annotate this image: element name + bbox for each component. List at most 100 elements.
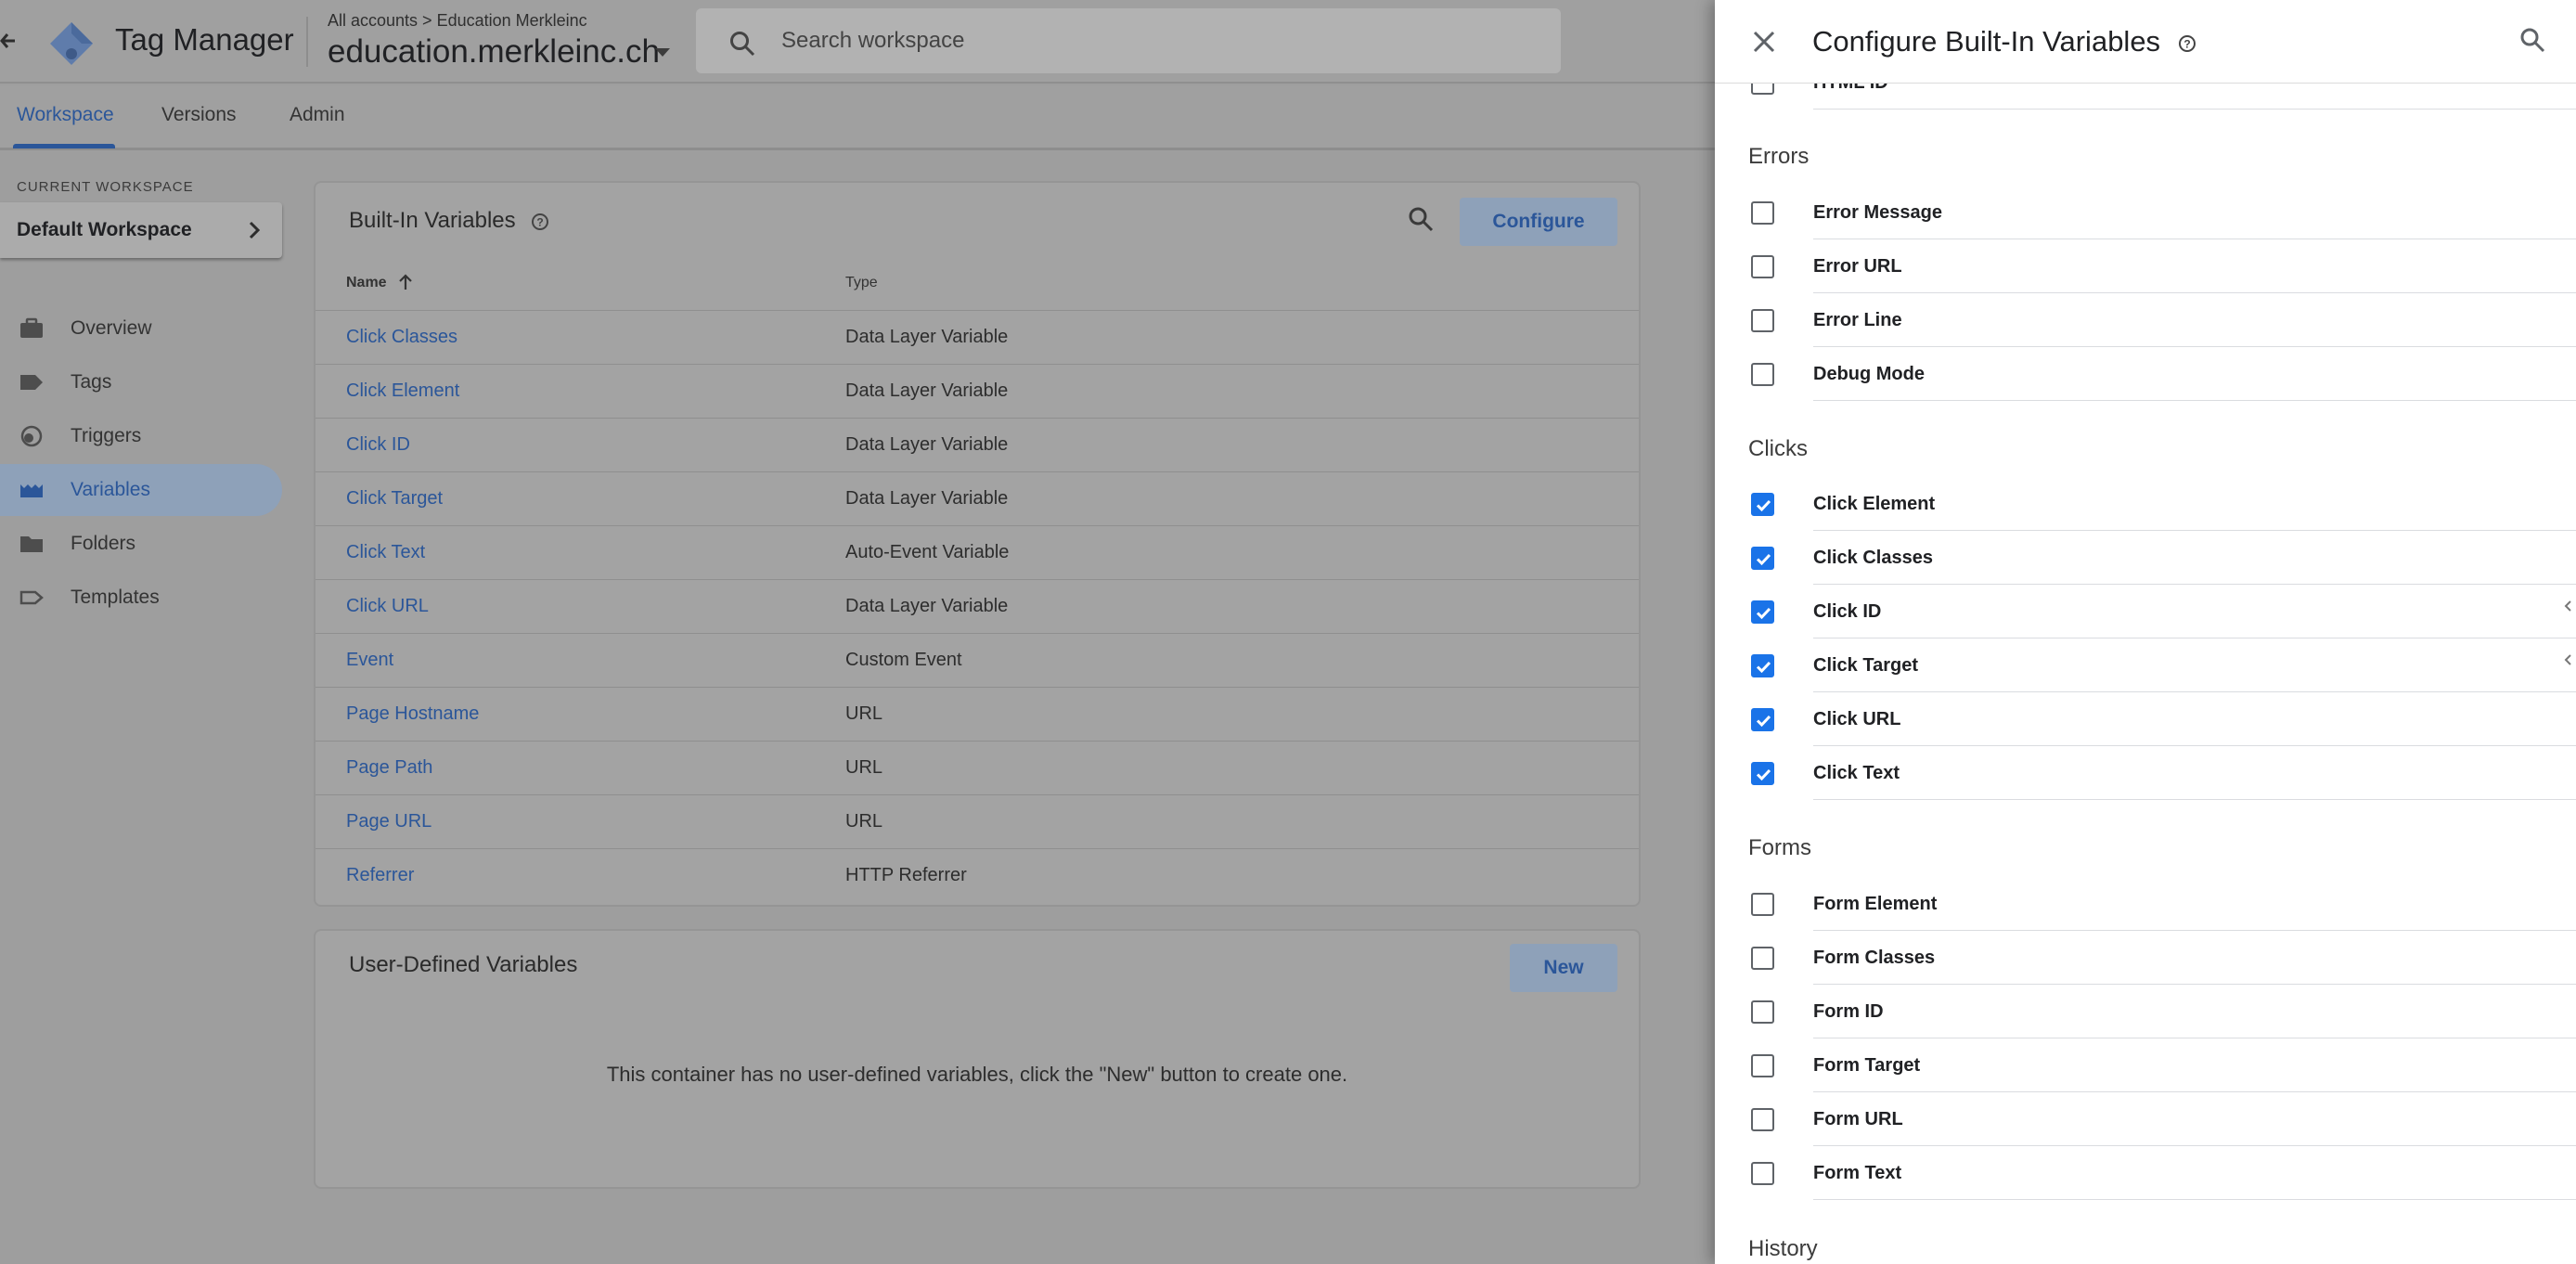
checkbox-checked[interactable] bbox=[1751, 762, 1774, 785]
table-row[interactable]: Referrer HTTP Referrer bbox=[316, 848, 1639, 902]
checkbox-row[interactable]: Form Target bbox=[1715, 1038, 2576, 1092]
checkbox[interactable] bbox=[1751, 893, 1774, 916]
variable-name-link[interactable]: Click Target bbox=[346, 488, 443, 509]
variable-name-link[interactable]: Page Path bbox=[346, 757, 432, 779]
table-row[interactable]: Event Custom Event bbox=[316, 633, 1639, 687]
checkbox-checked[interactable] bbox=[1751, 654, 1774, 677]
checkbox-row[interactable]: Click URL bbox=[1715, 692, 2576, 746]
checkbox-row[interactable]: Click Text bbox=[1715, 746, 2576, 800]
table-row[interactable]: Click Classes Data Layer Variable bbox=[316, 310, 1639, 364]
workspace-search[interactable] bbox=[696, 8, 1561, 73]
container-selector[interactable]: education.merkleinc.ch bbox=[328, 33, 660, 71]
sidebar-item-variables[interactable]: Variables bbox=[0, 464, 282, 516]
checkbox-row[interactable]: Click Target bbox=[1715, 638, 2576, 692]
checkbox[interactable] bbox=[1751, 201, 1774, 225]
variable-name-link[interactable]: Click ID bbox=[346, 434, 410, 456]
checkbox-row[interactable]: Error Line bbox=[1715, 293, 2576, 347]
table-row[interactable]: Page Hostname URL bbox=[316, 687, 1639, 741]
panel-header: Configure Built-In Variables ? bbox=[1715, 0, 2576, 84]
sidebar-item-folders[interactable]: Folders bbox=[0, 518, 282, 570]
new-variable-button[interactable]: New bbox=[1510, 944, 1617, 992]
close-icon[interactable] bbox=[1752, 30, 1776, 54]
variable-name-link[interactable]: Click Element bbox=[346, 380, 459, 402]
checkbox-checked[interactable] bbox=[1751, 493, 1774, 516]
search-input[interactable] bbox=[781, 21, 1524, 60]
panel-title-text: Configure Built-In Variables bbox=[1812, 25, 2161, 58]
table-row[interactable]: Click Element Data Layer Variable bbox=[316, 364, 1639, 418]
variable-type: Data Layer Variable bbox=[845, 434, 1009, 455]
checkbox-row[interactable]: Error URL bbox=[1715, 239, 2576, 293]
tab-versions[interactable]: Versions bbox=[161, 104, 237, 126]
checkbox[interactable] bbox=[1751, 947, 1774, 970]
sidebar-item-triggers[interactable]: Triggers bbox=[0, 410, 282, 462]
column-header-type: Type bbox=[845, 275, 878, 290]
checkbox[interactable] bbox=[1751, 309, 1774, 332]
search-icon[interactable] bbox=[1407, 205, 1435, 233]
sidebar-item-templates[interactable]: Templates bbox=[0, 572, 282, 624]
sidebar-item-label: Folders bbox=[71, 533, 136, 554]
sidebar-item-overview[interactable]: Overview bbox=[0, 303, 282, 355]
chevron-left-icon bbox=[2564, 600, 2571, 612]
table-row[interactable]: Click Text Auto-Event Variable bbox=[316, 525, 1639, 579]
variable-type: URL bbox=[845, 703, 883, 724]
variable-name-link[interactable]: Click Text bbox=[346, 542, 425, 563]
checkbox[interactable] bbox=[1751, 1000, 1774, 1024]
checkbox-row[interactable]: Click Classes bbox=[1715, 531, 2576, 585]
configure-button[interactable]: Configure bbox=[1460, 198, 1617, 246]
trigger-icon bbox=[20, 425, 43, 447]
table-row[interactable]: Click Target Data Layer Variable bbox=[316, 471, 1639, 525]
table-row[interactable]: Page URL URL bbox=[316, 794, 1639, 848]
briefcase-icon bbox=[20, 317, 43, 338]
checkbox-row[interactable]: Click ID bbox=[1715, 585, 2576, 638]
table-row[interactable]: Click URL Data Layer Variable bbox=[316, 579, 1639, 633]
variable-name-link[interactable]: Click Classes bbox=[346, 327, 457, 348]
breadcrumb[interactable]: All accounts > Education Merkleinc bbox=[328, 11, 587, 31]
workspace-selector[interactable]: Default Workspace bbox=[0, 202, 282, 258]
variable-type: Auto-Event Variable bbox=[845, 542, 1010, 562]
variable-name-link[interactable]: Page URL bbox=[346, 811, 431, 832]
arrow-up-icon[interactable] bbox=[397, 273, 414, 291]
variable-name-link[interactable]: Event bbox=[346, 650, 393, 671]
variable-name-link[interactable]: Click URL bbox=[346, 596, 429, 617]
variable-type: Data Layer Variable bbox=[845, 380, 1009, 401]
checkbox[interactable] bbox=[1751, 363, 1774, 386]
chevron-down-icon[interactable] bbox=[655, 48, 670, 57]
search-icon[interactable] bbox=[2518, 26, 2546, 54]
checkbox-row[interactable]: Debug Mode bbox=[1715, 347, 2576, 401]
variable-type: URL bbox=[845, 757, 883, 778]
top-header: Tag Manager All accounts > Education Mer… bbox=[0, 0, 1715, 84]
checkbox-row[interactable]: Form ID bbox=[1715, 985, 2576, 1038]
checkbox-checked[interactable] bbox=[1751, 547, 1774, 570]
checkbox-row[interactable]: Error Message bbox=[1715, 186, 2576, 239]
checkbox-label: Click URL bbox=[1813, 709, 1901, 729]
checkbox-row[interactable]: Form Classes bbox=[1715, 931, 2576, 985]
checkbox-row[interactable]: Form Text bbox=[1715, 1146, 2576, 1200]
checkbox-label: Form Classes bbox=[1813, 948, 1936, 968]
tab-workspace[interactable]: Workspace bbox=[17, 104, 114, 126]
header-divider bbox=[306, 17, 308, 67]
checkbox-checked[interactable] bbox=[1751, 600, 1774, 624]
gtm-logo-icon[interactable] bbox=[48, 20, 95, 67]
column-header-name[interactable]: Name bbox=[346, 275, 387, 291]
checkbox-row[interactable]: Form URL bbox=[1715, 1092, 2576, 1146]
table-row[interactable]: Click ID Data Layer Variable bbox=[316, 418, 1639, 471]
sidebar-item-tags[interactable]: Tags bbox=[0, 356, 282, 408]
checkbox-label: Click Element bbox=[1813, 494, 1936, 514]
checkbox-label: Form Text bbox=[1813, 1163, 1902, 1183]
current-workspace-label: CURRENT WORKSPACE bbox=[17, 179, 194, 195]
tab-admin[interactable]: Admin bbox=[290, 104, 345, 126]
checkbox[interactable] bbox=[1751, 1108, 1774, 1131]
table-row[interactable]: Page Path URL bbox=[316, 741, 1639, 794]
variable-name-link[interactable]: Referrer bbox=[346, 865, 414, 886]
checkbox-row[interactable]: Click Element bbox=[1715, 477, 2576, 531]
checkbox[interactable] bbox=[1751, 255, 1774, 278]
checkbox-row[interactable]: Form Element bbox=[1715, 877, 2576, 931]
help-icon[interactable]: ? bbox=[2178, 34, 2196, 53]
checkbox[interactable] bbox=[1751, 1162, 1774, 1185]
workspace-name: Default Workspace bbox=[17, 219, 192, 240]
checkbox-checked[interactable] bbox=[1751, 708, 1774, 731]
back-arrow-icon[interactable] bbox=[0, 24, 19, 58]
help-icon[interactable]: ? bbox=[531, 213, 549, 231]
variable-name-link[interactable]: Page Hostname bbox=[346, 703, 479, 725]
checkbox[interactable] bbox=[1751, 1054, 1774, 1077]
